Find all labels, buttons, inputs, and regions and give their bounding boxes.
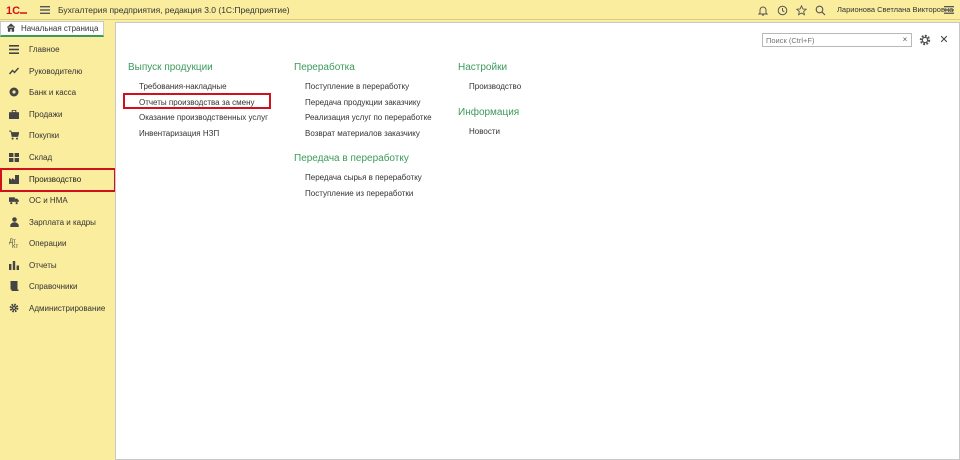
sidebar-item-operations[interactable]: Дт Кт Операции — [0, 233, 115, 253]
star-icon[interactable] — [794, 3, 808, 17]
link-wip-inventory[interactable]: Инвентаризация НЗП — [139, 129, 219, 138]
section-title-output: Выпуск продукции — [128, 62, 213, 73]
section-title-transfer: Передача в переработку — [294, 153, 409, 164]
sidebar-item-label: Отчеты — [29, 260, 57, 270]
settings-gear-icon[interactable] — [918, 33, 932, 47]
search-icon[interactable] — [813, 3, 827, 17]
truck-icon — [9, 195, 19, 205]
coin-icon — [9, 87, 19, 97]
search-input[interactable] — [762, 33, 912, 47]
main-panel: × ✕ Выпуск продукции Требования-накладны… — [115, 22, 960, 460]
sidebar-item-label: Администрирование — [29, 303, 106, 313]
link-production-services[interactable]: Оказание производственных услуг — [139, 113, 268, 122]
link-receipt-from-processing[interactable]: Поступление из переработки — [305, 189, 413, 198]
gear-icon — [9, 303, 19, 313]
tab-home-label: Начальная страница — [21, 24, 99, 33]
operations-icon: Дт Кт — [9, 238, 19, 248]
briefcase-icon — [9, 109, 19, 119]
sidebar: Главное Руководителю Банк и касса Продаж… — [0, 38, 115, 460]
home-icon — [6, 23, 16, 34]
sidebar-item-warehouse[interactable]: Склад — [0, 147, 115, 167]
sidebar-item-label: Производство — [29, 174, 82, 184]
top-bar: 1С Бухгалтерия предприятия, редакция 3.0… — [0, 0, 960, 20]
sidebar-item-admin[interactable]: Администрирование — [0, 298, 115, 318]
link-news[interactable]: Новости — [469, 127, 500, 136]
tab-home-page[interactable]: Начальная страница — [0, 21, 104, 37]
sidebar-item-label: Зарплата и кадры — [29, 217, 96, 227]
link-processing-services-sale[interactable]: Реализация услуг по переработке — [305, 113, 432, 122]
section-title-info: Информация — [458, 107, 520, 118]
sidebar-item-main[interactable]: Главное — [0, 39, 115, 59]
bell-icon[interactable] — [756, 3, 770, 17]
section-title-settings: Настройки — [458, 62, 508, 73]
sidebar-item-sales[interactable]: Продажи — [0, 104, 115, 124]
sidebar-item-fixed-assets[interactable]: ОС и НМА — [0, 190, 115, 210]
link-shift-production-reports[interactable]: Отчеты производства за смену — [139, 98, 255, 107]
cart-icon — [9, 130, 19, 140]
sidebar-item-label: Главное — [29, 44, 60, 54]
sidebar-item-reports[interactable]: Отчеты — [0, 255, 115, 275]
sidebar-item-label: Банк и касса — [29, 87, 77, 97]
svg-text:1С: 1С — [6, 5, 20, 16]
link-product-transfer-customer[interactable]: Передача продукции заказчику — [305, 98, 420, 107]
user-name[interactable]: Ларионова Светлана Викторовна — [837, 0, 953, 20]
sidebar-item-production[interactable]: Производство — [0, 169, 115, 189]
svg-text:Кт: Кт — [12, 244, 18, 248]
history-icon[interactable] — [775, 3, 789, 17]
sidebar-item-salary[interactable]: Зарплата и кадры — [0, 212, 115, 232]
sidebar-item-label: Справочники — [29, 281, 78, 291]
sidebar-item-bank[interactable]: Банк и касса — [0, 82, 115, 102]
person-icon — [9, 217, 19, 227]
sidebar-item-label: ОС и НМА — [29, 195, 68, 205]
close-button[interactable]: ✕ — [937, 33, 951, 47]
main-menu-icon[interactable] — [38, 0, 52, 20]
section-title-processing: Переработка — [294, 62, 355, 73]
grid-icon — [9, 152, 19, 162]
link-production-settings[interactable]: Производство — [469, 82, 521, 91]
sidebar-item-label: Продажи — [29, 109, 63, 119]
list-icon — [9, 44, 19, 54]
link-requirements-invoices[interactable]: Требования-накладные — [139, 82, 227, 91]
link-materials-return[interactable]: Возврат материалов заказчику — [305, 129, 420, 138]
sidebar-item-directories[interactable]: Справочники — [0, 276, 115, 296]
sidebar-item-label: Операции — [29, 238, 67, 248]
trend-icon — [9, 66, 19, 76]
factory-icon — [9, 174, 19, 184]
sidebar-item-purchases[interactable]: Покупки — [0, 125, 115, 145]
bar-chart-icon — [9, 260, 19, 270]
sidebar-item-label: Склад — [29, 152, 53, 162]
sidebar-item-manager[interactable]: Руководителю — [0, 61, 115, 81]
sidebar-item-label: Руководителю — [29, 66, 83, 76]
link-processing-receipt[interactable]: Поступление в переработку — [305, 82, 409, 91]
book-icon — [9, 281, 19, 291]
sidebar-item-label: Покупки — [29, 130, 60, 140]
1c-logo: 1С — [6, 3, 30, 17]
app-title: Бухгалтерия предприятия, редакция 3.0 (1… — [58, 4, 290, 15]
search-clear-button[interactable]: × — [899, 34, 911, 46]
link-raw-transfer[interactable]: Передача сырья в переработку — [305, 173, 422, 182]
user-menu-icon[interactable] — [942, 3, 956, 17]
